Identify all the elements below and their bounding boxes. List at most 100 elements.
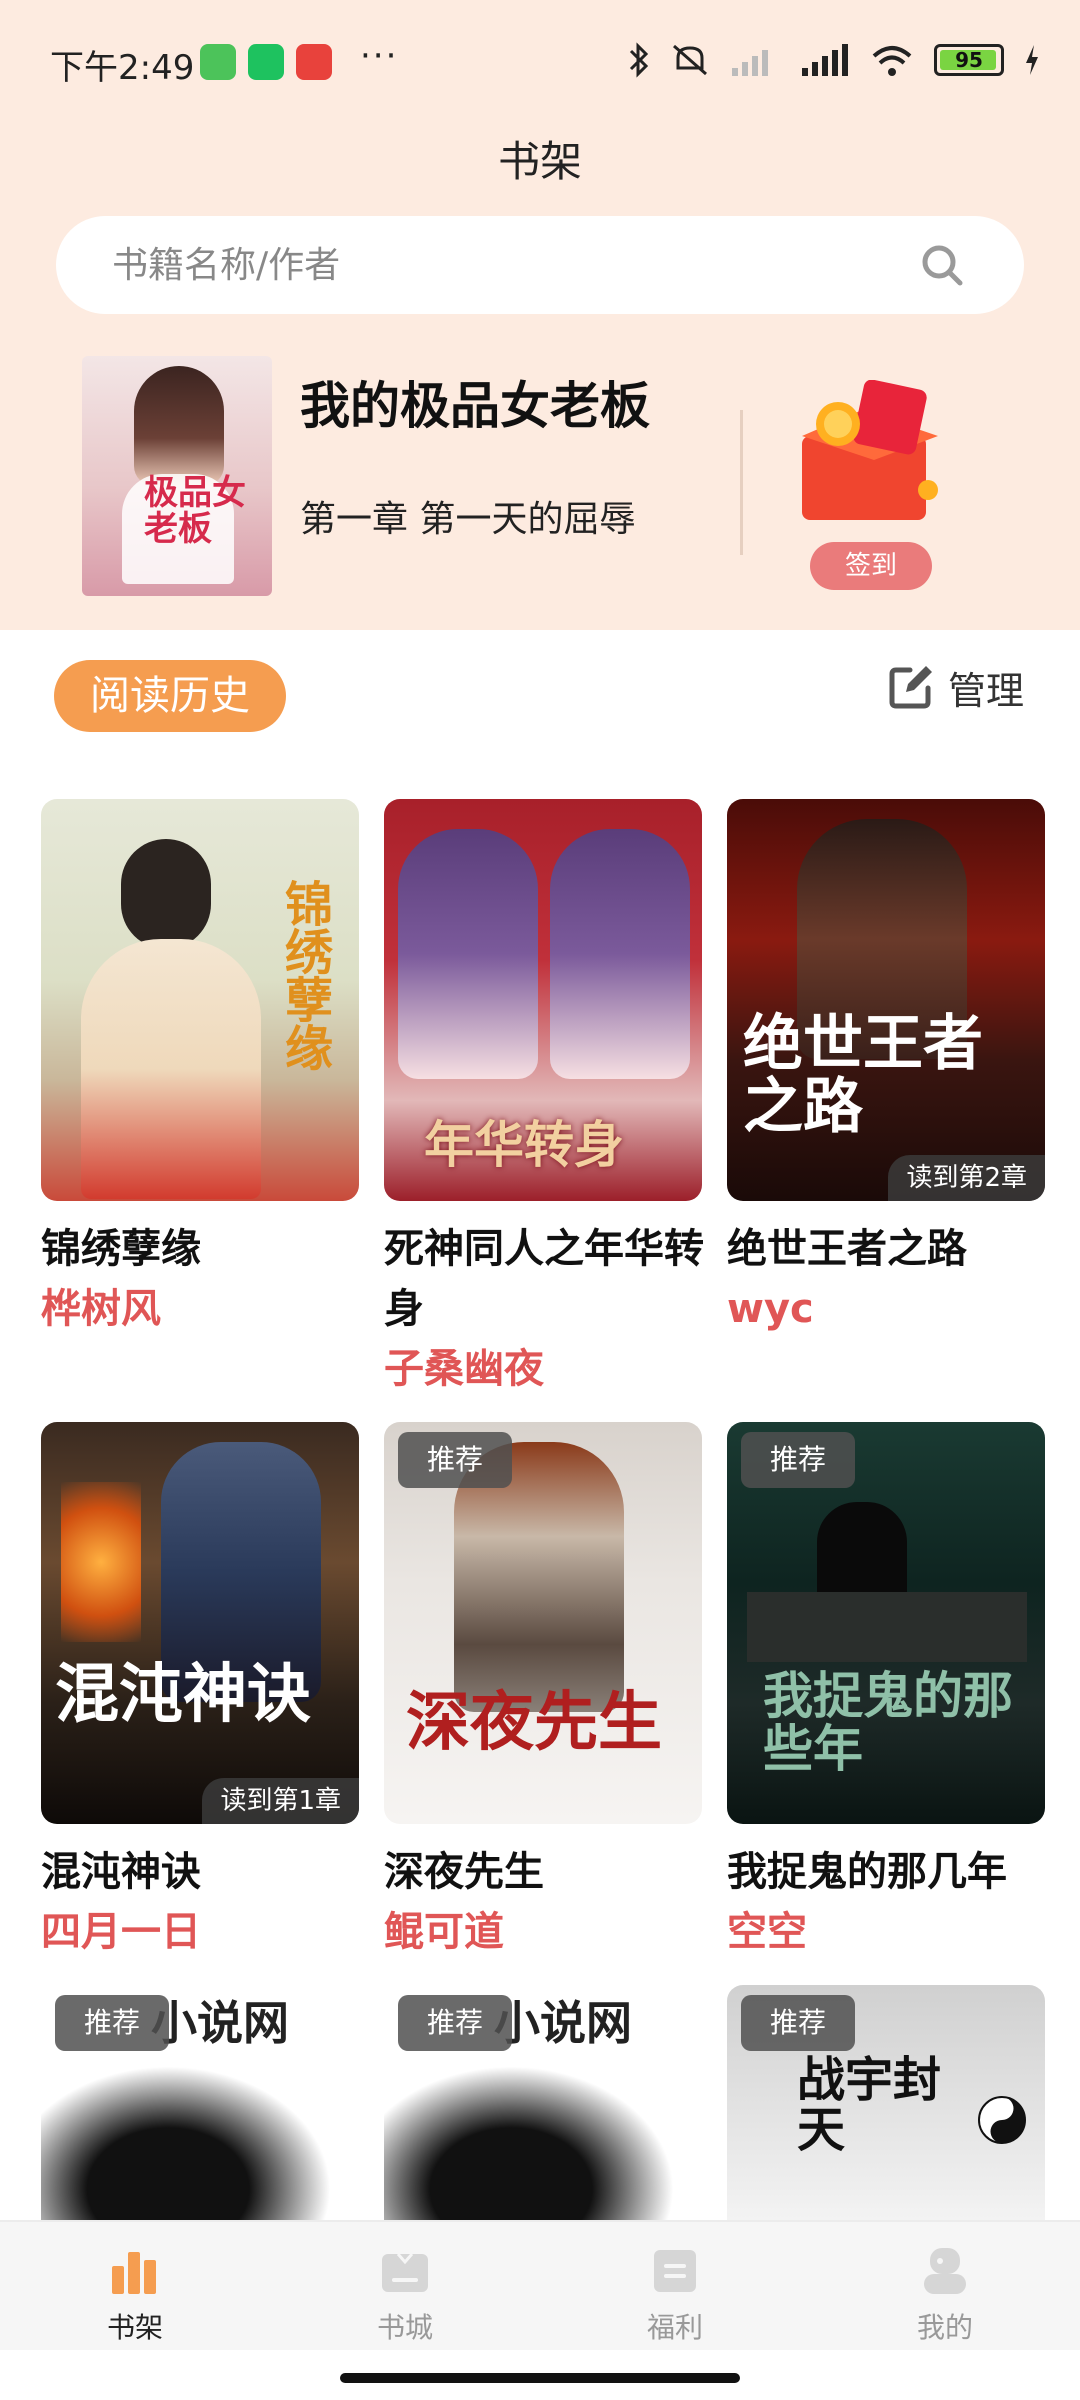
status-time: 下午2:49 [50, 48, 195, 88]
current-book-title[interactable]: 我的极品女老板 [300, 366, 650, 438]
wechat-icon [248, 44, 284, 80]
book-cover[interactable]: 混沌神诀 读到第1章 [41, 1422, 359, 1824]
app-notification-icon [200, 44, 236, 80]
book-cover[interactable]: 小说网 推荐 [384, 1985, 702, 2225]
profile-icon [924, 2248, 966, 2294]
bookshelf-page: 下午2:49 ··· 95 书架 书籍名称/作者 极品女老板 我的极品女老板 第… [0, 0, 1080, 2400]
book-title[interactable]: 混沌神诀 [41, 1842, 371, 1902]
manage-button[interactable]: 管理 [888, 660, 1024, 714]
welfare-icon [654, 2250, 696, 2292]
status-bar: 下午2:49 ··· 95 [0, 0, 1080, 130]
book-card[interactable]: 绝世王者之路 读到第2章 绝世王者之路 wyc [727, 799, 1045, 1399]
book-card[interactable]: 我捉鬼的那些年 推荐 我捉鬼的那几年 空空 [727, 1422, 1045, 1982]
book-title[interactable]: 锦绣孽缘 [41, 1219, 371, 1279]
book-author[interactable]: 四月一日 [41, 1902, 201, 1962]
current-book-cover[interactable]: 极品女老板 [82, 356, 272, 596]
book-cover[interactable]: 绝世王者之路 读到第2章 [727, 799, 1045, 1201]
book-author[interactable]: 鲲可道 [384, 1902, 504, 1962]
cover-title: 小说网 [151, 1996, 289, 2050]
book-author[interactable]: 子桑幽夜 [384, 1339, 544, 1399]
book-card[interactable]: 小说网 推荐 [41, 1985, 359, 2225]
book-title[interactable]: 死神同人之年华转身 [384, 1219, 714, 1339]
cover-figure [121, 839, 211, 949]
cover-title: 绝世王者之路 [743, 1009, 983, 1142]
sign-in-button[interactable]: 签到 [810, 542, 932, 590]
nav-label: 书架 [106, 2311, 163, 2344]
book-cover[interactable]: 我捉鬼的那些年 推荐 [727, 1422, 1045, 1824]
book-card[interactable]: 深夜先生 推荐 深夜先生 鲲可道 [384, 1422, 702, 1982]
mute-icon [673, 44, 707, 76]
recommend-badge: 推荐 [741, 1432, 855, 1488]
book-card[interactable]: 战宇封天 推荐 [727, 1985, 1045, 2225]
store-icon [382, 2253, 428, 2292]
cover-figure [550, 829, 690, 1079]
bluetooth-icon [629, 42, 649, 78]
nav-label: 我的 [916, 2311, 973, 2344]
cover-fire [61, 1482, 141, 1642]
book-cover[interactable]: 战宇封天 推荐 [727, 1985, 1045, 2225]
book-card[interactable]: 锦绣孽缘 锦绣孽缘 桦树风 [41, 799, 359, 1399]
nav-item-bookshelf[interactable]: 书架 [0, 2222, 270, 2352]
cover-bed [747, 1592, 1027, 1662]
book-author[interactable]: 空空 [727, 1902, 807, 1962]
bookshelf-icon [112, 2252, 156, 2294]
search-input[interactable] [112, 216, 912, 314]
nav-item-profile[interactable]: 我的 [810, 2222, 1080, 2352]
book-cover[interactable]: 锦绣孽缘 [41, 799, 359, 1201]
nav-item-welfare[interactable]: 福利 [540, 2222, 810, 2352]
cover-ink [384, 2045, 702, 2225]
more-notifications-icon: ··· [360, 36, 399, 76]
cover-figure [398, 829, 538, 1079]
book-title[interactable]: 绝世王者之路 [727, 1219, 1057, 1279]
current-book-panel[interactable]: 极品女老板 我的极品女老板 第一章 第一天的屈辱 签到 [0, 340, 1080, 630]
cover-title: 深夜先生 [406, 1686, 662, 1760]
app-notification-icon [296, 44, 332, 80]
bottom-nav: 书架 书城 福利 我的 [0, 2220, 1080, 2350]
yin-yang-icon [978, 2096, 1026, 2144]
cover-title: 锦绣孽缘 [276, 879, 332, 1071]
wifi-icon [872, 46, 912, 76]
nav-label: 书城 [376, 2311, 433, 2344]
book-cover[interactable]: 年华转身 [384, 799, 702, 1201]
book-cover[interactable]: 深夜先生 推荐 [384, 1422, 702, 1824]
reading-progress-badge: 读到第2章 [888, 1155, 1045, 1201]
battery-icon: 95 [934, 44, 1004, 76]
recommend-badge: 推荐 [741, 1995, 855, 2051]
current-cover-title: 极品女老板 [144, 473, 246, 549]
book-title[interactable]: 我捉鬼的那几年 [727, 1842, 1057, 1902]
home-indicator[interactable] [340, 2373, 740, 2383]
charging-icon [1026, 45, 1038, 75]
book-author[interactable]: 桦树风 [41, 1279, 161, 1339]
book-cover[interactable]: 小说网 推荐 [41, 1985, 359, 2225]
page-title: 书架 [497, 137, 582, 186]
recommend-badge: 推荐 [398, 1995, 512, 2051]
search-icon[interactable] [920, 243, 964, 287]
signal-weak-icon [732, 50, 768, 76]
nav-item-store[interactable]: 书城 [270, 2222, 540, 2352]
nav-label: 福利 [646, 2311, 703, 2344]
divider [740, 410, 743, 555]
gift-box-icon[interactable] [778, 380, 968, 530]
book-card[interactable]: 年华转身 死神同人之年华转身 子桑幽夜 [384, 799, 704, 1399]
edit-icon [889, 666, 932, 709]
status-indicators: 95 [628, 38, 1040, 82]
reading-history-button[interactable]: 阅读历史 [54, 660, 286, 732]
current-book-chapter[interactable]: 第一章 第一天的屈辱 [300, 490, 635, 542]
cover-title: 我捉鬼的那些年 [763, 1667, 1013, 1778]
cover-title: 混沌神诀 [55, 1658, 311, 1732]
search-bar[interactable] [56, 216, 1024, 314]
book-author[interactable]: wyc [727, 1279, 814, 1339]
cover-ink [41, 2045, 359, 2225]
reading-progress-badge: 读到第1章 [202, 1778, 359, 1824]
cover-figure-dress [81, 939, 261, 1199]
cover-title: 小说网 [494, 1996, 632, 2050]
cover-title: 年华转身 [424, 1116, 624, 1174]
recommend-badge: 推荐 [55, 1995, 169, 2051]
cover-figure [134, 366, 224, 486]
cover-title: 战宇封天 [797, 2052, 942, 2159]
book-title[interactable]: 深夜先生 [384, 1842, 714, 1902]
signal-hd-icon [802, 44, 848, 76]
manage-label: 管理 [948, 668, 1025, 713]
book-card[interactable]: 小说网 推荐 [384, 1985, 702, 2225]
book-card[interactable]: 混沌神诀 读到第1章 混沌神诀 四月一日 [41, 1422, 359, 1982]
